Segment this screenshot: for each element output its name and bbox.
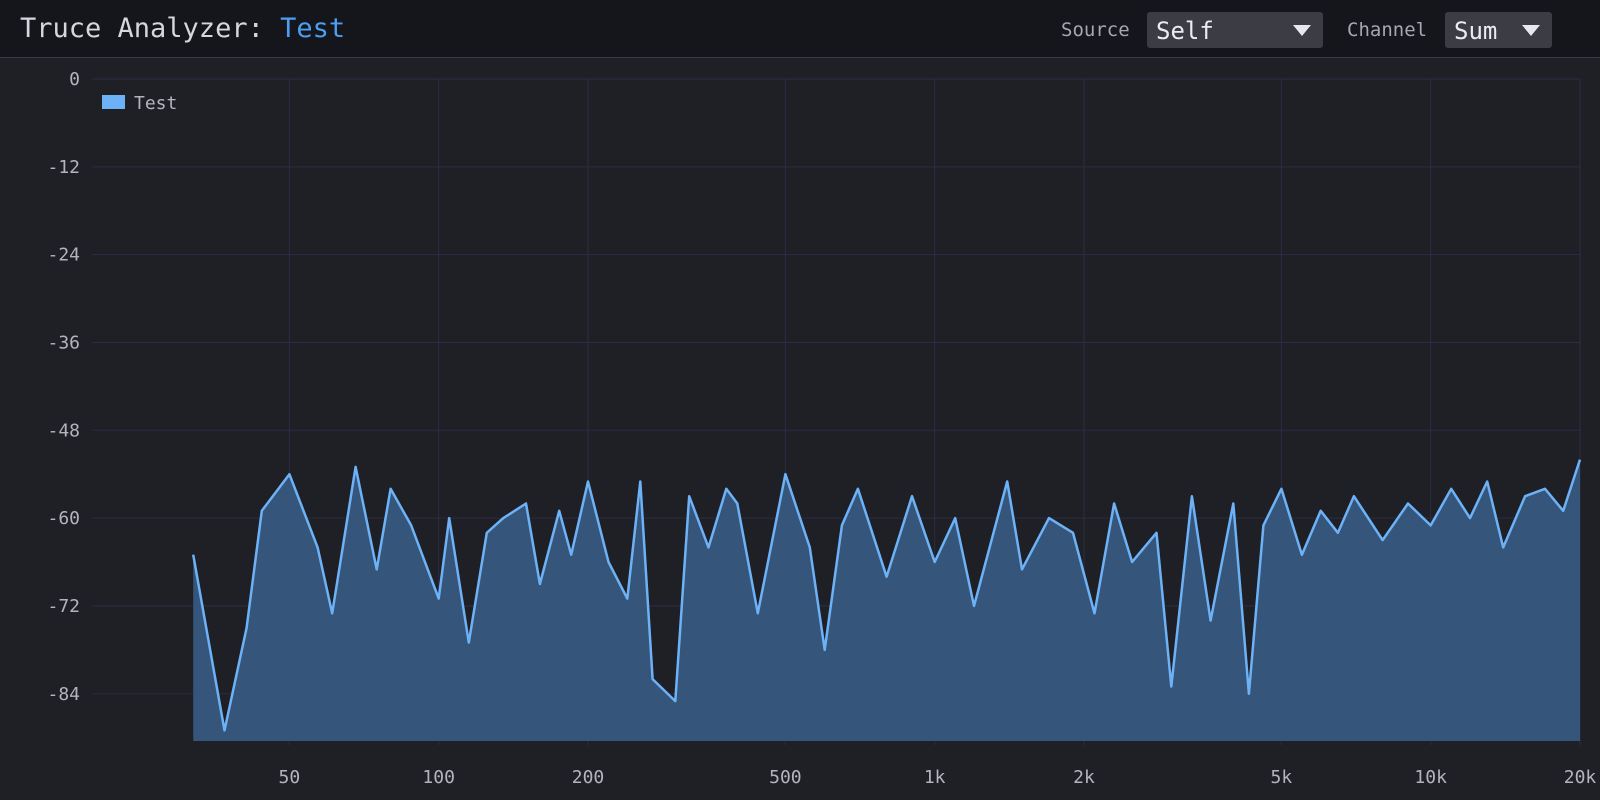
x-tick-label: 50 [279, 767, 301, 788]
x-tick-label: 500 [769, 767, 802, 788]
channel-label: Channel [1347, 19, 1428, 41]
source-label: Source [1061, 19, 1130, 41]
channel-value: Sum [1454, 17, 1498, 45]
y-tick-label: -72 [47, 596, 80, 617]
source-dropdown[interactable]: Self [1147, 12, 1323, 48]
x-tick-label: 1k [924, 767, 946, 788]
legend: Test [102, 93, 177, 114]
y-tick-label: -36 [47, 332, 80, 353]
spectrum-chart[interactable]: 0 -12 -24 -36 -48 -60 -72 -84 50 100 200 500 1k 2k 5k 1… [0, 59, 1600, 800]
y-tick-label: -48 [47, 420, 80, 441]
legend-label: Test [134, 93, 177, 114]
x-tick-label: 20k [1564, 767, 1597, 788]
x-tick-label: 5k [1271, 767, 1293, 788]
series-area [191, 459, 1582, 741]
channel-dropdown[interactable]: Sum [1445, 12, 1552, 48]
analyzer-window: Truce Analyzer: Test Source Self Channel… [0, 0, 1600, 800]
source-value: Self [1156, 17, 1214, 45]
analyzer-name: Test [280, 13, 346, 44]
x-tick-label: 100 [422, 767, 455, 788]
y-tick-label: -84 [47, 684, 80, 705]
x-tick-label: 10k [1414, 767, 1447, 788]
y-tick-label: 0 [69, 69, 80, 90]
toolbar: Truce Analyzer: Test Source Self Channel… [0, 0, 1600, 58]
y-tick-label: -60 [47, 508, 80, 529]
y-tick-label: -12 [47, 157, 80, 178]
legend-swatch [102, 95, 125, 109]
app-title: Truce Analyzer: Test [20, 13, 345, 45]
title-prefix: Truce Analyzer: [20, 13, 281, 44]
x-tick-label: 2k [1073, 767, 1095, 788]
chevron-down-icon [1522, 25, 1540, 36]
y-tick-label: -24 [47, 245, 80, 266]
x-tick-label: 200 [572, 767, 605, 788]
spectrum-plot: 0 -12 -24 -36 -48 -60 -72 -84 50 100 200 500 1k 2k 5k 1… [47, 69, 1597, 788]
chevron-down-icon [1293, 25, 1311, 36]
series-fill [193, 459, 1581, 741]
